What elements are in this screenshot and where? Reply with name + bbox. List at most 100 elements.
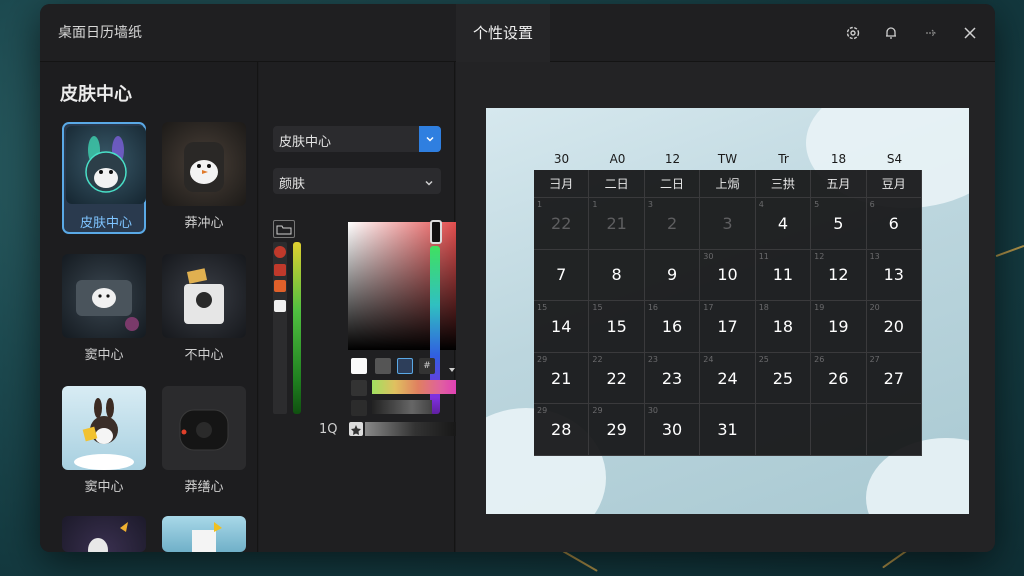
skin-card[interactable]: 莽缮心 [162,386,246,498]
calendar-day[interactable]: 32 [644,198,701,250]
calendar-day-number: 25 [772,368,794,388]
calendar-day-lunar: 1 [537,200,543,209]
calendar-day[interactable]: 30 30 [644,404,701,456]
wallpaper-preview: 30 A0 12 TW Tr 18 S4 彐月 二日 二日 上焗 三拱 五月 豆月 1 22 1 21 3 2 3 4 4… [486,108,969,514]
skin-card[interactable]: 莽冲心 [162,122,246,234]
calendar-day[interactable]: 19 19 [811,301,867,353]
calendar-day[interactable]: 1 21 [589,198,645,250]
calendar-day-lunar: 18 [758,303,769,313]
calendar-day[interactable]: 18 18 [755,301,812,353]
red-swatch[interactable] [274,264,286,276]
star-icon[interactable] [349,422,363,436]
calendar-day[interactable]: 29 21 [534,352,590,405]
calendar-day-number: 28 [551,420,572,440]
calendar-day[interactable]: 13 13 [866,249,922,302]
calendar-day-lunar: 25 [758,354,769,364]
calendar-day[interactable]: 8 [589,249,645,302]
calendar-day-number: 24 [717,368,738,388]
calendar-day[interactable]: 44 [755,198,812,250]
arrow-icon[interactable] [918,20,944,46]
calendar-day[interactable]: 22 22 [589,352,645,405]
gradient-swatch[interactable] [372,380,464,394]
skin-style-dropdown[interactable]: 颜肤 [273,168,441,194]
settings-icon[interactable] [840,20,866,46]
calendar-day[interactable]: 7 [534,249,590,302]
calendar-day[interactable] [866,404,922,456]
calendar-day-lunar: 6 [869,200,875,209]
skin-label: 不中心 [184,348,224,363]
chevron-down-icon[interactable] [419,126,441,152]
calendar-day-lunar: 23 [647,354,659,364]
calendar-day[interactable]: 66 [866,198,922,250]
calendar-day-number: 19 [828,316,849,336]
green-slider[interactable] [293,242,301,414]
hue-thumb[interactable] [430,220,442,244]
sidebar-title: 皮肤中心 [60,84,132,105]
skin-card[interactable] [62,516,146,552]
calendar-day[interactable]: 16 16 [644,301,701,353]
skin-card[interactable]: 皮肤中心 [62,122,146,234]
dark-swatch[interactable] [351,380,367,396]
white-swatch[interactable] [274,300,286,312]
skin-thumbnail [66,126,146,204]
calendar-day[interactable] [811,404,867,456]
calendar-day[interactable]: 31 [700,404,756,456]
calendar-day-number: 29 [606,420,627,440]
grid-icon[interactable] [397,358,413,374]
calendar-day[interactable]: 15 15 [589,301,645,353]
skin-category-dropdown[interactable]: 皮肤中心 [273,126,441,152]
skin-sidebar: 皮肤中心 皮肤中心 莽冲心 窦中心 不中心 窦中心 莽缮心 [40,62,258,552]
skin-thumbnail [162,254,246,338]
color-picker-area[interactable] [348,222,464,350]
gray-gradient-swatch[interactable] [372,400,432,414]
calendar-day[interactable]: 12 12 [811,249,867,302]
calendar-day-number: 12 [828,265,849,285]
calendar-day-lunar: 20 [869,303,880,313]
bell-icon[interactable] [878,20,904,46]
hash-icon[interactable]: # [419,358,435,374]
calendar-day-number: 8 [611,265,622,285]
calendar-day[interactable] [755,404,812,456]
skin-card[interactable]: 窦中心 [62,254,146,366]
calendar-day[interactable]: 27 27 [866,352,922,405]
calendar-day[interactable]: 17 17 [700,301,756,353]
calendar-day[interactable]: 29 29 [589,404,645,456]
skin-card[interactable]: 窦中心 [62,386,146,498]
calendar-day-lunar: 30 [703,251,714,261]
calendar-day[interactable]: 55 [811,198,867,250]
calendar-day-number: 21 [606,213,627,233]
calendar-day[interactable]: 25 25 [755,352,812,405]
calendar-day[interactable]: 20 20 [866,301,922,353]
calendar-day[interactable]: 23 23 [644,352,701,405]
calendar-day[interactable]: 3 [700,198,756,250]
calendar-day[interactable]: 9 [644,249,701,302]
calendar-header-number: Tr [778,152,789,166]
calendar-day[interactable]: 30 10 [700,249,756,302]
gray-swatch[interactable] [375,358,391,374]
close-icon[interactable] [957,20,983,46]
tab-personal-settings[interactable]: 个性设置 [456,4,550,62]
calendar-day-lunar: 5 [814,200,820,209]
calendar-day-lunar: 22 [592,354,603,364]
tab-label: 个性设置 [472,24,533,42]
calendar-day-lunar: 4 [758,200,764,209]
orange-swatch[interactable] [274,280,286,292]
folder-icon[interactable] [273,220,295,238]
calendar-day[interactable]: 29 28 [534,404,590,456]
opacity-slider[interactable] [365,422,465,436]
calendar-day[interactable]: 1 22 [534,198,590,250]
calendar-day[interactable]: 24 24 [700,352,756,405]
calendar-day[interactable]: 11 11 [755,249,812,302]
red-swatch[interactable] [274,246,286,258]
calendar-day-lunar: 29 [592,406,603,416]
calendar-day-lunar: 15 [537,303,548,313]
skin-card[interactable] [162,516,246,552]
dark-swatch[interactable] [351,400,367,416]
calendar-grid: 彐月 二日 二日 上焗 三拱 五月 豆月 1 22 1 21 3 2 3 4 4 5 5 6 6 7 8 9 30 10 11 11… [534,170,922,456]
calendar-day-number: 6 [888,213,899,233]
calendar-day[interactable]: 26 26 [811,352,867,405]
calendar-weekday: 豆月 [866,170,922,198]
white-swatch[interactable] [351,358,367,374]
skin-card[interactable]: 不中心 [162,254,246,366]
calendar-day[interactable]: 15 14 [534,301,590,353]
